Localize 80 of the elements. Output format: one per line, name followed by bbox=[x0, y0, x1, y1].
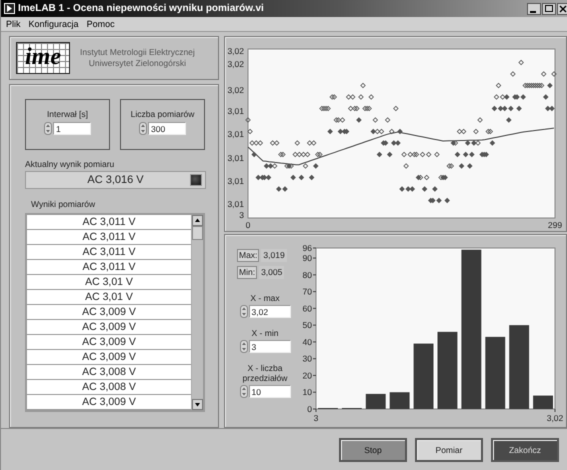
list-item[interactable]: AC 3,011 V bbox=[27, 260, 191, 275]
list-item[interactable]: AC 3,009 V bbox=[27, 395, 191, 410]
axis-tick-label: 3,01 bbox=[227, 176, 244, 186]
close-icon[interactable] bbox=[557, 2, 567, 14]
list-item[interactable]: AC 3,008 V bbox=[27, 380, 191, 395]
number-field[interactable]: 10 bbox=[248, 385, 290, 398]
axis-tick-label: 90 bbox=[302, 253, 312, 264]
spin-arrows-icon[interactable] bbox=[139, 122, 147, 135]
stat-label: Max: bbox=[237, 249, 260, 262]
axis-tick-label: 3,02 bbox=[227, 59, 244, 69]
control-label: X - liczba przedziałów bbox=[242, 363, 288, 383]
list-item[interactable]: AC 3,01 V bbox=[27, 290, 191, 305]
spin-arrows-icon[interactable] bbox=[240, 385, 248, 398]
control-label: Interwał [s] bbox=[46, 109, 88, 119]
list-item[interactable]: AC 3,011 V bbox=[27, 230, 191, 245]
logo: ime bbox=[16, 42, 70, 74]
axis-tick-label: 3,01 bbox=[227, 153, 244, 163]
run-arrow-icon bbox=[4, 3, 15, 14]
histogram-bar bbox=[414, 344, 434, 409]
list-item[interactable]: AC 3,011 V bbox=[27, 245, 191, 260]
minimize-icon[interactable] bbox=[527, 2, 541, 14]
institute-name: Instytut Metrologii Elektrycznej bbox=[80, 47, 195, 58]
university-name: Uniwersytet Zielonogórski bbox=[88, 58, 186, 69]
axis-tick-label: 0 bbox=[246, 220, 250, 230]
maximize-icon[interactable] bbox=[542, 2, 556, 14]
list-item[interactable]: AC 3,009 V bbox=[27, 320, 191, 335]
list-item[interactable]: AC 3,008 V bbox=[27, 365, 191, 380]
axis-tick-label: 20 bbox=[302, 370, 312, 380]
current-reading-display: AC 3,016 V bbox=[25, 171, 206, 189]
control-label: Liczba pomiarów bbox=[130, 109, 194, 119]
axis-tick-label: 0 bbox=[307, 404, 312, 414]
stat-label: Min: bbox=[237, 266, 258, 279]
axis-tick-label: 3,01 bbox=[227, 106, 244, 116]
scroll-thumb[interactable] bbox=[192, 226, 203, 240]
axis-tick-label: 3,02 bbox=[227, 85, 244, 95]
section-label: Aktualny wynik pomiaru bbox=[25, 159, 116, 169]
action-button[interactable]: Zakończ bbox=[491, 438, 559, 462]
spin-arrows-icon[interactable] bbox=[240, 340, 248, 353]
list-item[interactable]: AC 3,01 V bbox=[27, 275, 191, 290]
axis-tick-label: 3 bbox=[239, 210, 244, 220]
action-button[interactable]: Stop bbox=[339, 438, 407, 462]
scrollbar[interactable] bbox=[192, 215, 203, 410]
axis-tick-label: 10 bbox=[302, 387, 312, 398]
list-item[interactable]: AC 3,009 V bbox=[27, 335, 191, 350]
axis-tick-label: 96 bbox=[302, 243, 312, 253]
list-item[interactable]: AC 3,009 V bbox=[27, 305, 191, 320]
axis-tick-label: 40 bbox=[302, 336, 312, 347]
number-field[interactable]: 300 bbox=[148, 122, 186, 135]
axis-tick-label: 60 bbox=[302, 303, 312, 314]
number-field[interactable]: 3 bbox=[248, 340, 290, 353]
scroll-down-icon[interactable] bbox=[192, 399, 203, 410]
stat-value: 3,019 bbox=[261, 249, 287, 262]
stat-value: 3,005 bbox=[259, 266, 284, 279]
axis-tick-label: 3,02 bbox=[546, 413, 563, 423]
section-label: Wyniki pomiarów bbox=[31, 199, 96, 209]
axis-tick-label: 3,01 bbox=[227, 199, 244, 209]
axis-tick-label: 3,02 bbox=[227, 46, 244, 56]
menu-item[interactable]: Plik bbox=[6, 19, 21, 29]
spin-arrows-icon[interactable] bbox=[44, 122, 52, 135]
menu-item[interactable]: Pomoc bbox=[86, 19, 115, 29]
axis-tick-label: 80 bbox=[302, 270, 312, 280]
axis-tick-label: 30 bbox=[302, 354, 312, 364]
histogram-bar bbox=[533, 396, 553, 409]
spin-arrows-icon[interactable] bbox=[240, 305, 248, 318]
axis-tick-label: 50 bbox=[302, 320, 312, 330]
axis-tick-label: 3,01 bbox=[227, 129, 244, 139]
list-item[interactable]: AC 3,011 V bbox=[27, 215, 191, 230]
window-title: ImeLAB 1 - Ocena niepewności wyniku pomiarów.vi bbox=[18, 3, 264, 14]
axis-tick-label: 299 bbox=[548, 220, 562, 230]
menu-item[interactable]: Konfiguracja bbox=[28, 19, 79, 29]
scroll-up-icon[interactable] bbox=[192, 215, 203, 226]
histogram-bar bbox=[390, 392, 410, 409]
axis-tick-label: 3 bbox=[314, 413, 318, 423]
control-label: X - max bbox=[250, 293, 280, 303]
action-button[interactable]: Pomiar bbox=[415, 438, 483, 462]
control-label: X - min bbox=[252, 328, 278, 338]
axis-tick-label: 70 bbox=[302, 286, 312, 297]
number-field[interactable]: 1 bbox=[53, 122, 91, 135]
list-item[interactable]: AC 3,009 V bbox=[27, 350, 191, 365]
number-field[interactable]: 3,02 bbox=[248, 305, 290, 318]
